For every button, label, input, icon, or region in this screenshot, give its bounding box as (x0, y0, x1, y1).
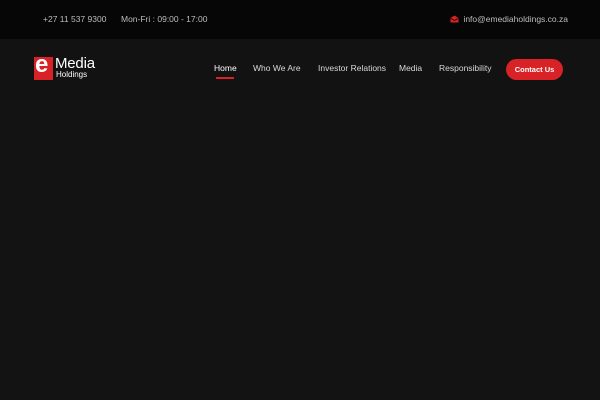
nav-item-investor-relations[interactable]: Investor Relations (318, 63, 386, 73)
envelope-icon (450, 15, 459, 23)
email-address: info@emediaholdings.co.za (463, 14, 568, 24)
email-link[interactable]: info@emediaholdings.co.za (450, 14, 568, 24)
nav-item-media[interactable]: Media (399, 63, 422, 73)
main-header: e Media Holdings Home Who We Are Investo… (0, 39, 600, 101)
phone-number[interactable]: +27 11 537 9300 (43, 14, 106, 24)
office-hours: Mon-Fri : 09:00 - 17:00 (121, 14, 208, 24)
nav-item-responsibility[interactable]: Responsibility (439, 63, 491, 73)
contact-us-button[interactable]: Contact Us (506, 59, 563, 80)
nav-item-who-we-are[interactable]: Who We Are (253, 63, 301, 73)
nav-home-underline-holder (214, 63, 236, 79)
top-bar: +27 11 537 9300 Mon-Fri : 09:00 - 17:00 … (0, 0, 600, 39)
active-underline (216, 77, 234, 79)
